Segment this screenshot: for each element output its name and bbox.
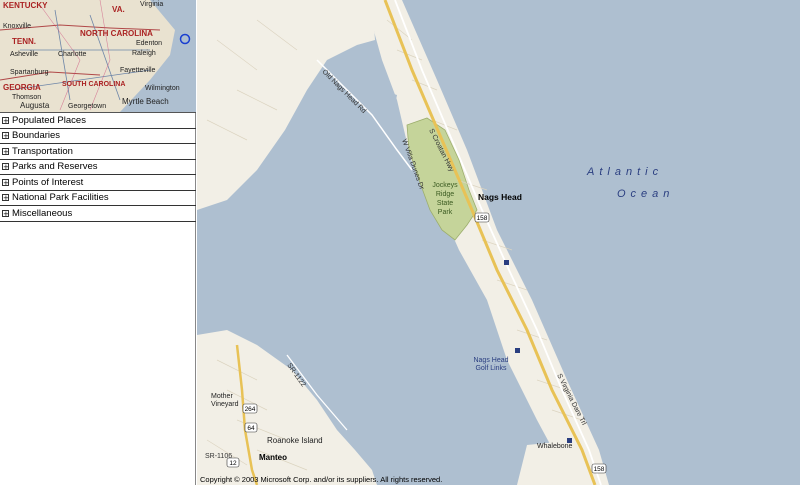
layer-parks-and-reserves[interactable]: + Parks and Reserves bbox=[0, 160, 196, 175]
park-label: State bbox=[437, 200, 453, 207]
layer-transportation[interactable]: + Transportation bbox=[0, 144, 196, 160]
layer-points-of-interest[interactable]: + Points of Interest bbox=[0, 175, 196, 191]
place-label: Vineyard bbox=[211, 401, 239, 408]
layer-label: Populated Places bbox=[12, 114, 86, 126]
expand-icon[interactable]: + bbox=[2, 178, 9, 186]
svg-text:158: 158 bbox=[594, 466, 605, 473]
expand-icon[interactable]: + bbox=[2, 147, 9, 155]
overview-label: VA. bbox=[112, 5, 125, 14]
expand-icon[interactable]: + bbox=[2, 116, 9, 124]
layer-label: Points of Interest bbox=[12, 176, 84, 188]
route-shield-icon: 158 bbox=[591, 463, 607, 474]
layer-label: Boundaries bbox=[12, 130, 61, 142]
main-map[interactable]: Atlantic Ocean Jockeys Ridge State Park … bbox=[197, 0, 800, 485]
copyright-text: Copyright © 2003 Microsoft Corp. and/or … bbox=[200, 475, 442, 484]
island-label: Roanoke Island bbox=[267, 436, 323, 445]
expand-icon[interactable]: + bbox=[2, 132, 9, 140]
poi-marker-icon[interactable] bbox=[504, 260, 509, 265]
park-label: Jockeys bbox=[432, 182, 458, 189]
ocean-label: Ocean bbox=[617, 188, 674, 200]
overview-label: SOUTH CAROLINA bbox=[62, 81, 125, 88]
poi-marker-icon[interactable] bbox=[515, 348, 520, 353]
overview-label: Spartanburg bbox=[10, 69, 49, 76]
place-label: Whalebone bbox=[537, 443, 573, 450]
layer-label: Transportation bbox=[12, 145, 73, 157]
overview-label: Raleigh bbox=[132, 50, 156, 57]
layer-list: + Populated Places + Boundaries + Transport… bbox=[0, 113, 196, 222]
park-label: Park bbox=[438, 209, 453, 216]
layer-label: Miscellaneous bbox=[12, 207, 73, 219]
overview-map[interactable]: KENTUCKY VA. Virginia Knoxville NORTH CA… bbox=[0, 0, 196, 113]
route-shield-icon: 12 bbox=[226, 457, 240, 468]
layer-populated-places[interactable]: + Populated Places bbox=[0, 113, 196, 129]
town-label: Nags Head bbox=[478, 192, 522, 202]
overview-label: GEORGIA bbox=[3, 83, 41, 92]
expand-icon[interactable]: + bbox=[2, 163, 9, 171]
overview-label: Edenton bbox=[136, 40, 162, 47]
svg-text:264: 264 bbox=[245, 406, 256, 413]
golf-label: Nags Head bbox=[473, 357, 508, 364]
overview-label: TENN. bbox=[12, 37, 36, 46]
expand-icon[interactable]: + bbox=[2, 209, 9, 217]
ocean-label: Atlantic bbox=[586, 166, 663, 178]
poi-marker-icon[interactable] bbox=[567, 438, 572, 443]
overview-label: Georgetown bbox=[68, 103, 106, 110]
layer-miscellaneous[interactable]: + Miscellaneous bbox=[0, 206, 196, 222]
overview-label: Augusta bbox=[20, 101, 50, 110]
route-shield-icon: 264 bbox=[242, 403, 258, 414]
overview-label: Fayetteville bbox=[120, 67, 156, 74]
svg-text:64: 64 bbox=[247, 425, 255, 432]
overview-label: Virginia bbox=[140, 1, 163, 8]
expand-icon[interactable]: + bbox=[2, 194, 9, 202]
route-shield-icon: 158 bbox=[474, 212, 490, 223]
overview-label: Charlotte bbox=[58, 51, 87, 58]
svg-text:12: 12 bbox=[229, 460, 237, 467]
overview-label: KENTUCKY bbox=[3, 1, 48, 10]
route-shield-icon: 64 bbox=[244, 422, 258, 433]
overview-label: Thomson bbox=[12, 94, 41, 101]
golf-label: Golf Links bbox=[475, 365, 507, 372]
overview-label: Asheville bbox=[10, 51, 38, 58]
park-label: Ridge bbox=[436, 191, 454, 198]
overview-label: Wilmington bbox=[145, 85, 180, 92]
layer-label: Parks and Reserves bbox=[12, 161, 98, 173]
town-label: Manteo bbox=[259, 453, 287, 462]
sidebar: KENTUCKY VA. Virginia Knoxville NORTH CA… bbox=[0, 0, 196, 485]
layer-national-park-facilities[interactable]: + National Park Facilities bbox=[0, 191, 196, 206]
overview-label: Myrtle Beach bbox=[122, 97, 169, 106]
layer-boundaries[interactable]: + Boundaries bbox=[0, 129, 196, 144]
layer-label: National Park Facilities bbox=[12, 192, 109, 204]
overview-label: NORTH CAROLINA bbox=[80, 29, 153, 38]
svg-text:158: 158 bbox=[477, 215, 488, 222]
place-label: Mother bbox=[211, 393, 233, 400]
overview-label: Knoxville bbox=[3, 23, 31, 30]
